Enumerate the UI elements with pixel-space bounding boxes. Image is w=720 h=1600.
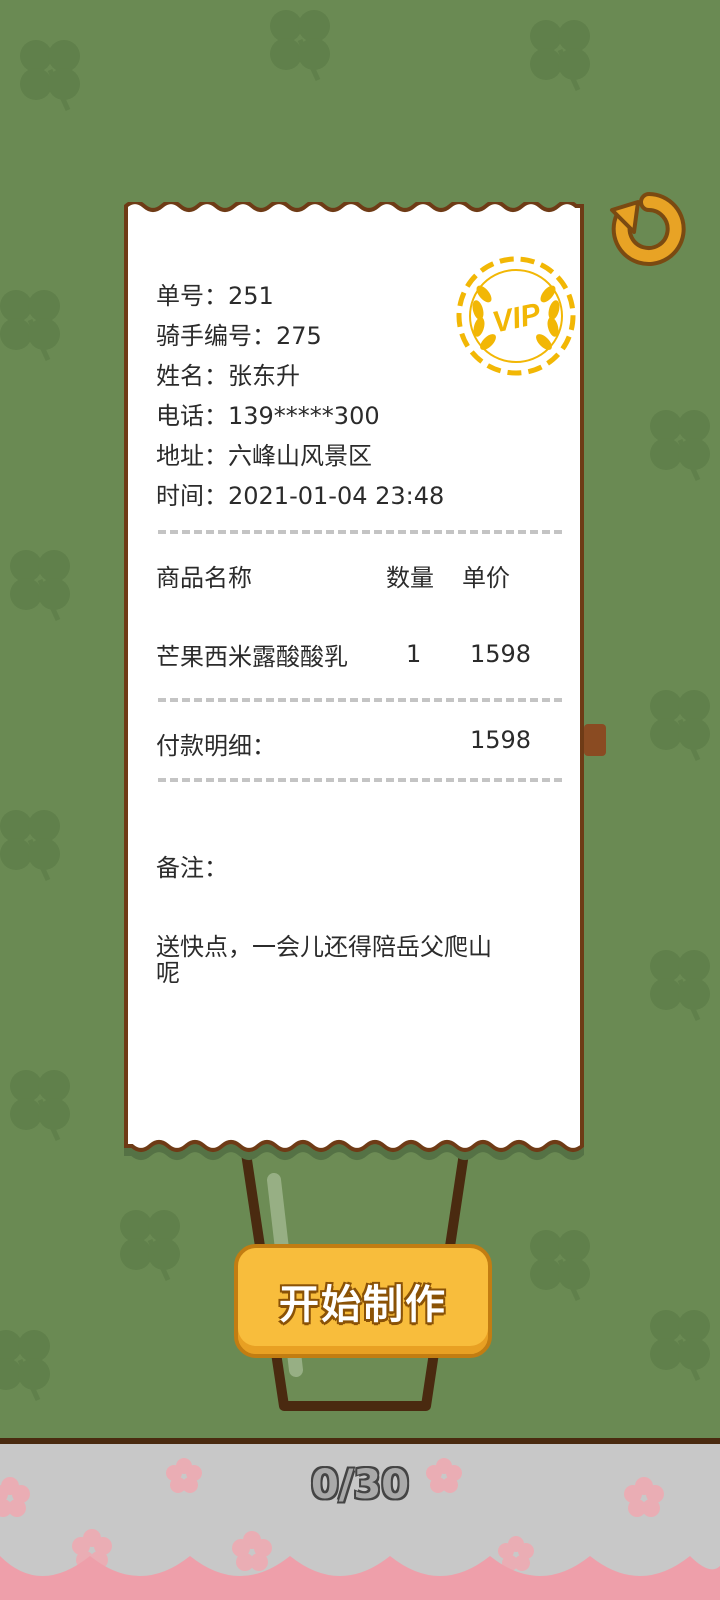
order-receipt: 单号：251 骑手编号：275 姓名：张东升 电话：139*****300 地址… [124,202,586,1172]
header-item-name: 商品名称 [156,564,252,592]
vip-stamp-icon: VIP [456,256,576,376]
item-quantity: 1 [406,640,422,668]
phone-line: 电话：139*****300 [156,396,380,431]
time-label: 时间： [156,482,228,510]
divider-1 [158,530,562,534]
start-making-button[interactable]: 开始制作 [234,1244,492,1358]
time-line: 时间：2021-01-04 23:48 [156,476,444,511]
receipt-side-tab [584,724,606,756]
progress-counter: 0/30 [310,1462,410,1508]
restart-button[interactable] [608,188,690,270]
payment-amount: 1598 [470,726,532,754]
rider-number-line: 骑手编号：275 [156,316,322,351]
start-making-label: 开始制作 [279,1282,447,1328]
item-price: 1598 [470,640,532,668]
item-name: 芒果西米露酸酸乳 [156,643,348,671]
remark-text-line-2: 呢 [156,959,180,987]
vip-badge-text: VIP [489,297,544,340]
header-unit-price: 单价 [462,564,510,592]
address-value: 六峰山风景区 [228,442,372,470]
restart-arrow-icon [610,192,686,266]
rider-number-label: 骑手编号： [156,322,276,350]
phone-value: 139*****300 [228,402,380,430]
rider-number-value: 275 [276,322,322,350]
order-number-value: 251 [228,282,274,310]
order-number-label: 单号： [156,282,228,310]
header-quantity: 数量 [386,564,434,592]
divider-2 [158,698,562,702]
divider-3 [158,778,562,782]
payment-label: 付款明细： [156,732,276,760]
customer-name-value: 张东升 [228,362,300,390]
time-value: 2021-01-04 23:48 [228,482,445,510]
address-label: 地址： [156,442,228,470]
order-number-line: 单号：251 [156,276,274,311]
customer-name-label: 姓名： [156,362,228,390]
customer-name-line: 姓名：张东升 [156,356,300,391]
remark-text: 送快点，一会儿还得陪岳父爬山 呢 [156,934,492,986]
phone-label: 电话： [156,402,228,430]
address-line: 地址：六峰山风景区 [156,436,372,471]
remark-text-line-1: 送快点，一会儿还得陪岳父爬山 [156,933,492,961]
remark-label: 备注： [156,854,228,882]
